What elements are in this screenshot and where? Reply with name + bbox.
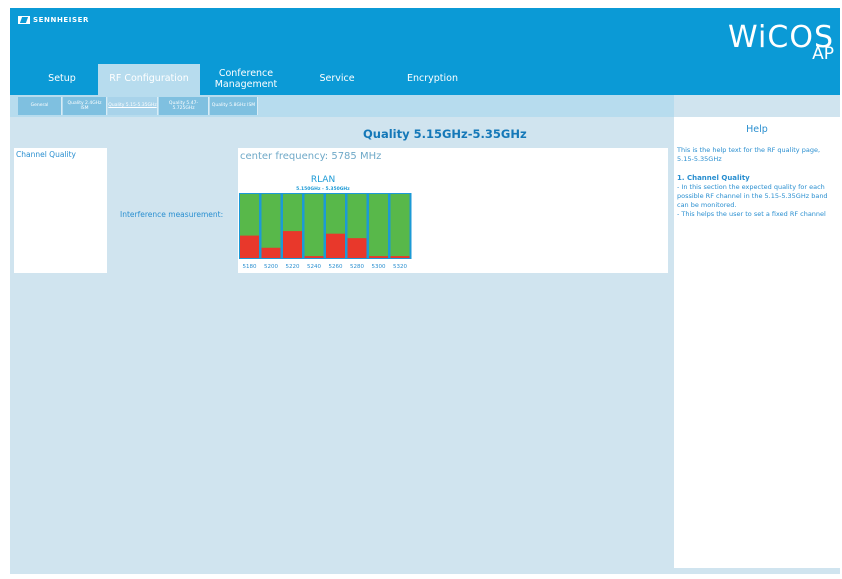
- help-title: Help: [746, 124, 768, 135]
- subtab-general[interactable]: General: [18, 97, 62, 115]
- channel-bar-background: [390, 194, 410, 258]
- channel-bar-background: [304, 194, 324, 258]
- channel-tick-label: 5280: [350, 264, 364, 270]
- channel-bar-5260: [326, 233, 345, 258]
- sub-nav: General Quality 2.4GHz ISM Quality 5.15-…: [10, 95, 674, 117]
- channel-tick-label: 5260: [329, 264, 343, 270]
- channel-tick-label: 5240: [307, 264, 321, 270]
- product-logo: WiCOS AP: [728, 23, 834, 63]
- help-heading: 1. Channel Quality: [677, 173, 750, 182]
- subtab-quality-5-47-5-725ghz[interactable]: Quality 5.47-5.725GHz: [159, 97, 209, 115]
- channel-tick-label: 5320: [393, 264, 407, 270]
- channel-bar-5240: [304, 256, 324, 258]
- channel-bar-background: [369, 194, 388, 258]
- help-body: - In this section the expected quality f…: [677, 182, 828, 218]
- page-title: Quality 5.15GHz-5.35GHz: [363, 127, 527, 141]
- sennheiser-logo-icon: [18, 16, 30, 24]
- channel-tick-label: 5180: [243, 264, 257, 270]
- tab-conference-management[interactable]: Conference Management: [206, 64, 286, 95]
- tab-rf-configuration[interactable]: RF Configuration: [98, 64, 200, 95]
- chart-title: RLAN: [311, 175, 335, 185]
- brand-logo: SENNHEISER: [18, 14, 89, 26]
- channel-bar-5200: [261, 247, 281, 258]
- subtab-quality-5-8ghz[interactable]: Quality 5.8GHz ISM: [210, 97, 258, 115]
- tab-encryption[interactable]: Encryption: [395, 64, 470, 95]
- center-frequency: center frequency: 5785 MHz: [240, 151, 382, 162]
- brand-name: SENNHEISER: [33, 16, 89, 24]
- channel-bar-5300: [369, 256, 388, 258]
- channel-tick-label: 5200: [264, 264, 278, 270]
- section-label: Channel Quality: [16, 150, 76, 159]
- quality-panel: center frequency: 5785 MHz RLAN 5.150GHz…: [238, 148, 668, 273]
- subtab-quality-5-15-5-35ghz[interactable]: Quality 5.15-5.35GHz: [108, 97, 158, 115]
- help-intro: This is the help text for the RF quality…: [677, 146, 821, 163]
- app-frame: SENNHEISER WiCOS AP Setup RF Configurati…: [10, 8, 840, 574]
- header-bar: SENNHEISER WiCOS AP Setup RF Configurati…: [10, 8, 840, 95]
- channel-tick-label: 5220: [286, 264, 300, 270]
- chart-subtitle: 5.150GHz - 5.350GHz: [296, 186, 350, 192]
- channel-tick-label: 5300: [372, 264, 386, 270]
- channel-bar-5220: [283, 231, 302, 258]
- channel-quality-chart: RLAN 5.150GHz - 5.350GHz 5180 5200 5220 524…: [239, 175, 412, 270]
- subtab-quality-2-4ghz[interactable]: Quality 2.4GHz ISM: [63, 97, 107, 115]
- channel-bar-5180: [240, 235, 259, 258]
- tab-setup[interactable]: Setup: [37, 64, 87, 95]
- interference-label: Interference measurement:: [120, 210, 224, 219]
- channel-bar-5280: [347, 238, 367, 258]
- tab-service[interactable]: Service: [308, 64, 366, 95]
- help-panel: Help This is the help text for the RF qu…: [674, 117, 840, 568]
- section-box: Channel Quality: [14, 148, 107, 273]
- channel-bar-5320: [390, 256, 410, 258]
